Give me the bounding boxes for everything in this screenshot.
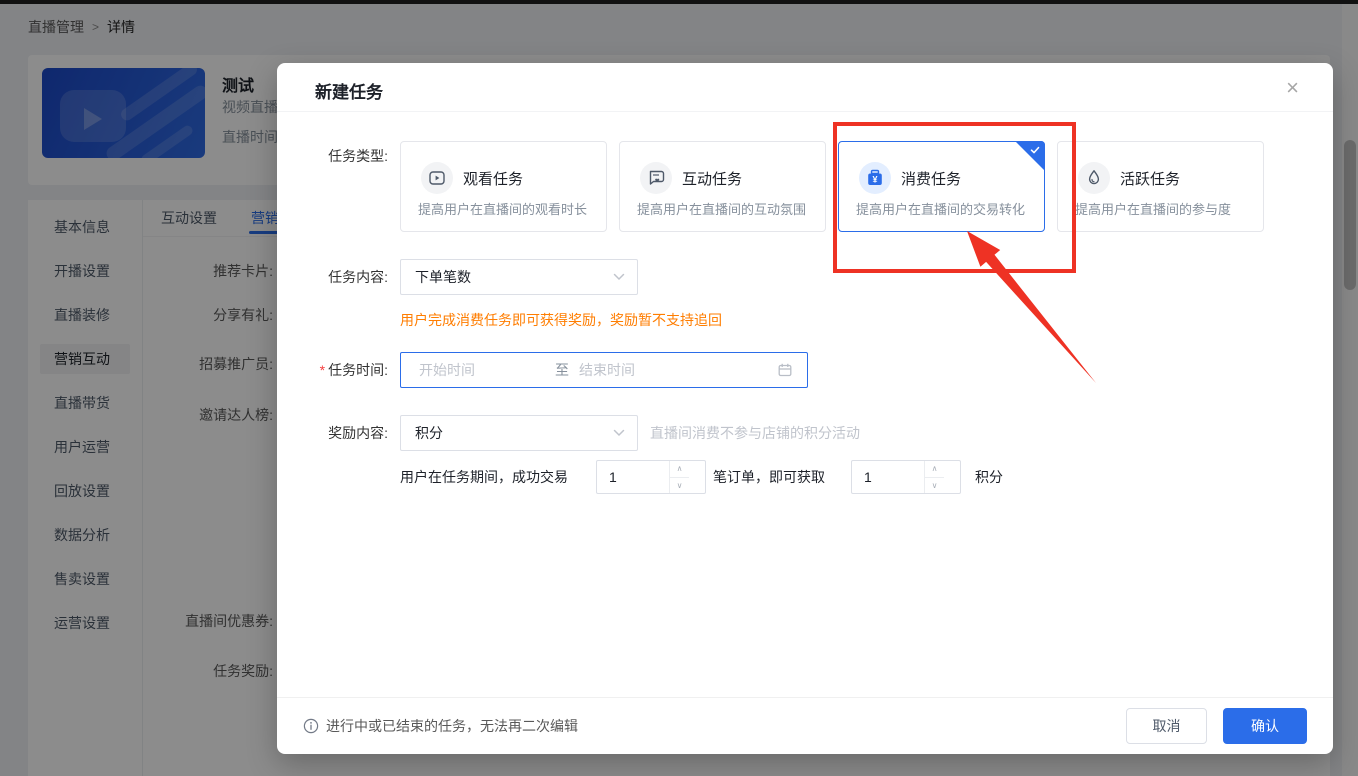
- check-icon: [1030, 146, 1040, 154]
- task-card-desc: 提高用户在直播间的观看时长: [418, 202, 588, 217]
- footer-note-text: 进行中或已结束的任务，无法再二次编辑: [326, 718, 578, 734]
- rule-middle-text: 笔订单，即可获取: [713, 469, 825, 485]
- reward-warning-text: 用户完成消费任务即可获得奖励，奖励暂不支持追回: [400, 312, 722, 328]
- modal-title: 新建任务: [315, 83, 383, 102]
- footer-note: 进行中或已结束的任务，无法再二次编辑: [303, 716, 578, 736]
- task-card-name: 消费任务: [901, 171, 962, 188]
- required-asterisk: *: [319, 362, 326, 378]
- reward-content-select[interactable]: 积分: [400, 415, 638, 451]
- screen: 直播管理 > 详情 测试 视频直播 直播时间 基本信息 开播设置 直播装修 营销…: [0, 0, 1358, 776]
- points-count-stepper[interactable]: ∧ ∨: [851, 460, 961, 494]
- range-separator: 至: [555, 362, 569, 378]
- cancel-button[interactable]: 取消: [1126, 708, 1207, 744]
- task-card-watch[interactable]: 观看任务 提高用户在直播间的观看时长: [400, 141, 607, 232]
- step-down-icon[interactable]: ∨: [670, 478, 689, 494]
- task-card-desc: 提高用户在直播间的互动氛围: [637, 202, 807, 217]
- task-card-name: 观看任务: [463, 171, 524, 188]
- chevron-down-icon: [613, 429, 625, 437]
- reward-content-label: 奖励内容:: [328, 425, 388, 441]
- step-up-icon[interactable]: ∧: [670, 461, 689, 478]
- chat-heart-icon: [640, 162, 672, 194]
- flame-icon: [1078, 162, 1110, 194]
- rule-suffix-text: 积分: [975, 469, 1003, 485]
- order-count-input[interactable]: [597, 461, 669, 493]
- reward-hint-text: 直播间消费不参与店铺的积分活动: [650, 425, 860, 441]
- task-card-consumption[interactable]: ¥ 消费任务 提高用户在直播间的交易转化: [838, 141, 1045, 232]
- task-card-interaction[interactable]: 互动任务 提高用户在直播间的互动氛围: [619, 141, 826, 232]
- confirm-button[interactable]: 确认: [1223, 708, 1307, 744]
- task-content-value: 下单笔数: [415, 269, 471, 285]
- task-type-label: 任务类型:: [328, 148, 388, 164]
- points-count-input[interactable]: [852, 461, 924, 493]
- task-time-range-picker[interactable]: 至: [400, 352, 808, 388]
- money-box-icon: ¥: [859, 162, 891, 194]
- task-card-name: 互动任务: [682, 171, 743, 188]
- task-card-desc: 提高用户在直播间的交易转化: [856, 202, 1026, 217]
- task-card-name: 活跃任务: [1120, 171, 1181, 188]
- chevron-down-icon: [613, 273, 625, 281]
- calendar-icon[interactable]: [777, 362, 793, 378]
- step-down-icon[interactable]: ∨: [925, 478, 944, 494]
- task-card-desc: 提高用户在直播间的参与度: [1075, 202, 1232, 217]
- info-icon: [303, 718, 319, 734]
- modal-footer: 进行中或已结束的任务，无法再二次编辑 取消 确认: [277, 697, 1333, 754]
- end-time-input[interactable]: [575, 362, 777, 378]
- order-count-stepper[interactable]: ∧ ∨: [596, 460, 706, 494]
- modal-header-divider: [277, 111, 1333, 112]
- close-icon[interactable]: ×: [1286, 77, 1299, 99]
- task-content-select[interactable]: 下单笔数: [400, 259, 638, 295]
- svg-text:¥: ¥: [872, 174, 877, 184]
- task-time-label: * 任务时间:: [319, 362, 388, 378]
- start-time-input[interactable]: [405, 362, 555, 378]
- video-play-icon: [421, 162, 453, 194]
- new-task-modal: 新建任务 × 任务类型: 观看任务 提高用户在直播间的观看时长 互动任务 提高用…: [277, 63, 1333, 754]
- step-up-icon[interactable]: ∧: [925, 461, 944, 478]
- task-content-label: 任务内容:: [328, 269, 388, 285]
- task-card-active[interactable]: 活跃任务 提高用户在直播间的参与度: [1057, 141, 1264, 232]
- rule-prefix-text: 用户在任务期间，成功交易: [400, 469, 568, 485]
- reward-content-value: 积分: [415, 425, 443, 441]
